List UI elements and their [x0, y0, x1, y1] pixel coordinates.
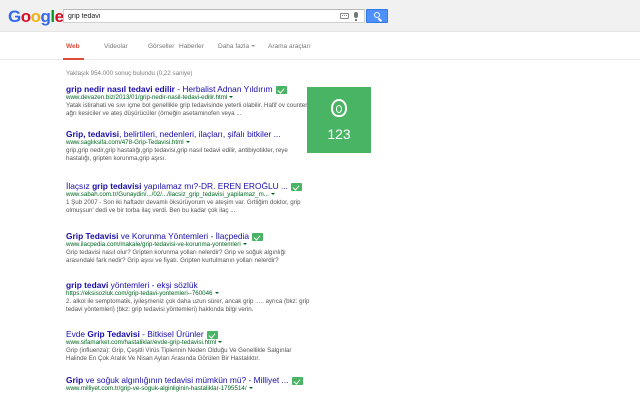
- result-snippet: Grip tedavisi nasıl olur? Gripten korunm…: [66, 249, 286, 265]
- logo-letter: o: [20, 7, 31, 26]
- check-icon[interactable]: [252, 232, 264, 241]
- chevron-down-icon[interactable]: [248, 387, 253, 390]
- search-tabs: Web Videolar Görseller Haberler Daha faz…: [0, 32, 640, 60]
- result-title[interactable]: İlaçsız grip tedavisi yapılamaz mı?-DR. …: [66, 181, 356, 191]
- title-text: - Bitkisel Ürünler: [139, 329, 204, 339]
- url-text: www.devazen.biz/2013/01/grip-nedir-nasil…: [66, 94, 228, 101]
- result-item: Grip ve soğuk algınlığının tedavisi mümk…: [66, 375, 356, 393]
- title-text: , belirtileri, nedenleri, ilaçları, şifa…: [119, 129, 281, 139]
- chevron-down-icon[interactable]: [242, 243, 247, 246]
- title-text: Evde: [66, 329, 88, 339]
- logo-letter: g: [40, 7, 51, 26]
- microphone-icon[interactable]: [354, 12, 358, 21]
- result-snippet: grip,grip nedir,grip hastalığı,grip teda…: [66, 147, 288, 163]
- chevron-down-icon[interactable]: [185, 141, 190, 144]
- title-text: ve soğuk algınlığının tedavisi mümkün mü…: [83, 375, 289, 385]
- result-stats: Yaklaşık 954.000 sonuç bulundu (0,22 san…: [66, 70, 193, 77]
- search-icon: [374, 12, 380, 18]
- active-tab-indicator: [63, 58, 84, 60]
- extension-card[interactable]: 123: [307, 87, 371, 153]
- search-input[interactable]: [68, 11, 328, 22]
- chevron-down-icon[interactable]: [229, 96, 234, 99]
- header-bar: Google: [0, 0, 640, 32]
- result-title[interactable]: grip tedavi yöntemleri - ekşi sözlük: [66, 280, 356, 290]
- chevron-down-icon[interactable]: [218, 341, 223, 344]
- tab-images[interactable]: Görseller: [148, 43, 174, 50]
- url-text: www.sifamarket.com/hastaliklar/evde-grip…: [66, 339, 217, 346]
- result-title[interactable]: Grip ve soğuk algınlığının tedavisi mümk…: [66, 375, 356, 385]
- title-highlight: grip tedavisi: [92, 181, 142, 191]
- title-highlight: Grip Tedavisi: [87, 329, 140, 339]
- title-highlight: Grip, tedavisi: [66, 129, 120, 139]
- tab-web[interactable]: Web: [66, 43, 80, 50]
- title-text: yöntemleri - ekşi sözlük: [108, 280, 198, 290]
- result-url: www.ilacpedia.com/makale/grip-tedavisi-v…: [66, 241, 356, 249]
- keyboard-icon[interactable]: [340, 13, 349, 19]
- title-text: yapılamaz mı?-DR. EREN EROĞLU ...: [141, 181, 289, 191]
- url-text: www.sabah.com.tr/Gunaydin/.../02/.../ila…: [66, 191, 269, 198]
- title-highlight: grip nedir nasıl tedavi edilir: [66, 84, 175, 94]
- title-highlight: Grip Tedavisi: [66, 231, 119, 241]
- title-text: İlaçsız: [66, 181, 93, 191]
- tab-news[interactable]: Haberler: [179, 43, 204, 50]
- tab-more[interactable]: Daha fazla: [218, 43, 256, 50]
- result-snippet: Yatak istirahati ve sıvı içme bol genell…: [66, 102, 308, 118]
- result-url: https://eksisozluk.com/grip-tedavi-yonte…: [66, 290, 356, 298]
- title-highlight: Grip: [66, 375, 84, 385]
- chevron-down-icon[interactable]: [214, 292, 219, 295]
- result-item: grip tedavi yöntemleri - ekşi sözlük htt…: [66, 280, 356, 315]
- search-button[interactable]: [366, 9, 388, 23]
- url-text: www.milliyet.com.tr/grip-ve-soguk-alginl…: [66, 385, 247, 392]
- google-logo[interactable]: Google: [8, 7, 64, 27]
- result-snippet: Grip (influenza): Grip, Çeşitli Virüs Ti…: [66, 347, 292, 363]
- title-text: ve Korunma Yöntemleri - İlaçpedia: [118, 231, 250, 241]
- result-title[interactable]: Evde Grip Tedavisi - Bitkisel Ürünler: [66, 329, 356, 339]
- logo-letter: G: [8, 7, 21, 26]
- result-item: İlaçsız grip tedavisi yapılamaz mı?-DR. …: [66, 181, 356, 216]
- logo-letter: o: [30, 7, 41, 26]
- result-url: www.milliyet.com.tr/grip-ve-soguk-alginl…: [66, 385, 356, 393]
- chevron-down-icon[interactable]: [270, 193, 275, 196]
- url-text: https://eksisozluk.com/grip-tedavi-yonte…: [66, 290, 213, 297]
- url-text: www.ilacpedia.com/makale/grip-tedavisi-v…: [66, 241, 241, 248]
- url-text: www.saglıksifa.com/478-Grip-Tedavisi.htm…: [66, 139, 184, 146]
- result-item: Grip Tedavisi ve Korunma Yöntemleri - İl…: [66, 231, 356, 266]
- result-item: Evde Grip Tedavisi - Bitkisel Ürünler ww…: [66, 329, 356, 364]
- result-title[interactable]: Grip Tedavisi ve Korunma Yöntemleri - İl…: [66, 231, 356, 241]
- tab-more-label: Daha fazla: [218, 43, 250, 50]
- footprint-icon: [331, 99, 347, 117]
- title-highlight: grip tedavi: [66, 280, 109, 290]
- check-icon[interactable]: [206, 330, 218, 339]
- card-count: 123: [327, 126, 351, 142]
- title-text: - Herbalist Adnan Yıldırım: [174, 84, 273, 94]
- result-snippet: 1 Şub 2007 - Son iki haftadır devamlı ök…: [66, 199, 301, 215]
- chevron-down-icon: [251, 45, 256, 48]
- tab-videos[interactable]: Videolar: [104, 43, 128, 50]
- check-icon[interactable]: [275, 85, 287, 94]
- search-box[interactable]: [63, 9, 365, 23]
- result-url: www.sabah.com.tr/Gunaydin/.../02/.../ila…: [66, 191, 356, 199]
- result-snippet: 2. alkol ile semptomatik, iyileşmeniz ço…: [66, 298, 310, 314]
- result-url: www.sifamarket.com/hastaliklar/evde-grip…: [66, 339, 356, 347]
- check-icon[interactable]: [291, 182, 303, 191]
- tab-search-tools[interactable]: Arama araçları: [268, 43, 311, 50]
- check-icon[interactable]: [291, 376, 303, 385]
